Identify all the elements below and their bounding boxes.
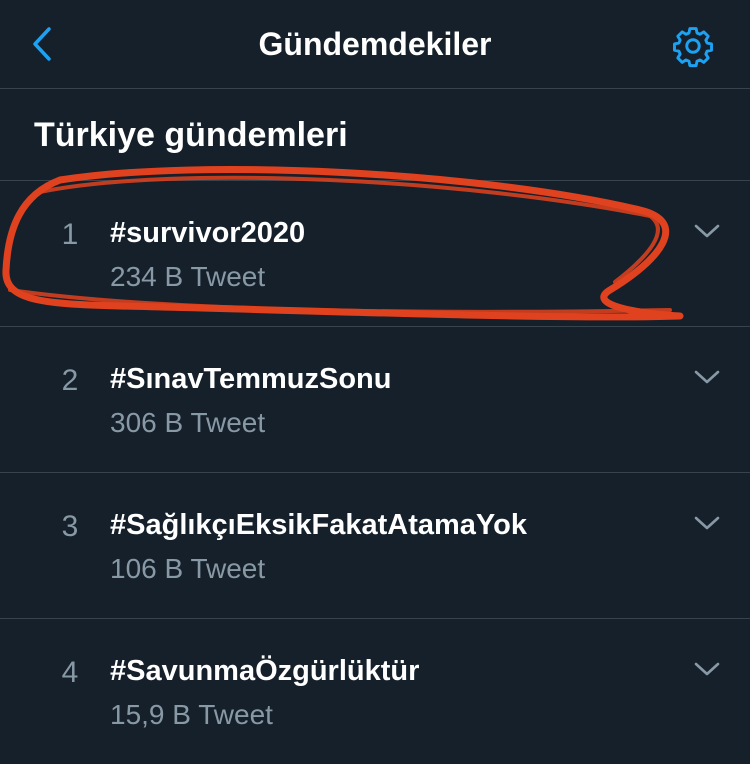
trend-rank: 4 — [61, 656, 79, 689]
trend-menu-button[interactable] — [690, 657, 724, 681]
trend-tweet-count: 234 B Tweet — [110, 261, 266, 292]
chevron-down-icon — [694, 224, 720, 238]
trend-menu-button[interactable] — [690, 365, 724, 389]
trend-tweet-count: 306 B Tweet — [110, 407, 266, 438]
trend-item[interactable]: 3 #SağlıkçıEksikFakatAtamaYok 106 B Twee… — [0, 472, 750, 618]
trend-tweet-count: 15,9 B Tweet — [110, 699, 273, 730]
trend-item[interactable]: 1 #survivor2020 234 B Tweet — [0, 180, 750, 326]
section-title: Türkiye gündemleri — [34, 116, 348, 154]
trend-list: 1 #survivor2020 234 B Tweet 2 #SınavTemm… — [0, 180, 750, 764]
trend-item[interactable]: 4 #SavunmaÖzgürlüktür 15,9 B Tweet — [0, 618, 750, 764]
trend-hashtag[interactable]: #SavunmaÖzgürlüktür — [110, 651, 419, 691]
trend-hashtag[interactable]: #survivor2020 — [110, 213, 305, 253]
chevron-down-icon — [694, 516, 720, 530]
trend-tweet-count: 106 B Tweet — [110, 553, 266, 584]
settings-button[interactable] — [667, 22, 719, 70]
trend-menu-button[interactable] — [690, 511, 724, 535]
trend-rank: 3 — [61, 510, 79, 543]
trend-hashtag[interactable]: #SınavTemmuzSonu — [110, 359, 391, 399]
trend-item[interactable]: 2 #SınavTemmuzSonu 306 B Tweet — [0, 326, 750, 472]
chevron-down-icon — [694, 370, 720, 384]
trend-rank: 2 — [61, 364, 79, 397]
trend-hashtag[interactable]: #SağlıkçıEksikFakatAtamaYok — [110, 505, 527, 545]
trend-menu-button[interactable] — [690, 219, 724, 243]
gear-icon — [673, 27, 713, 68]
trend-rank: 1 — [61, 218, 79, 251]
chevron-down-icon — [694, 662, 720, 676]
header-bar: Gündemdekiler — [0, 0, 750, 89]
page-title: Gündemdekiler — [258, 26, 492, 62]
